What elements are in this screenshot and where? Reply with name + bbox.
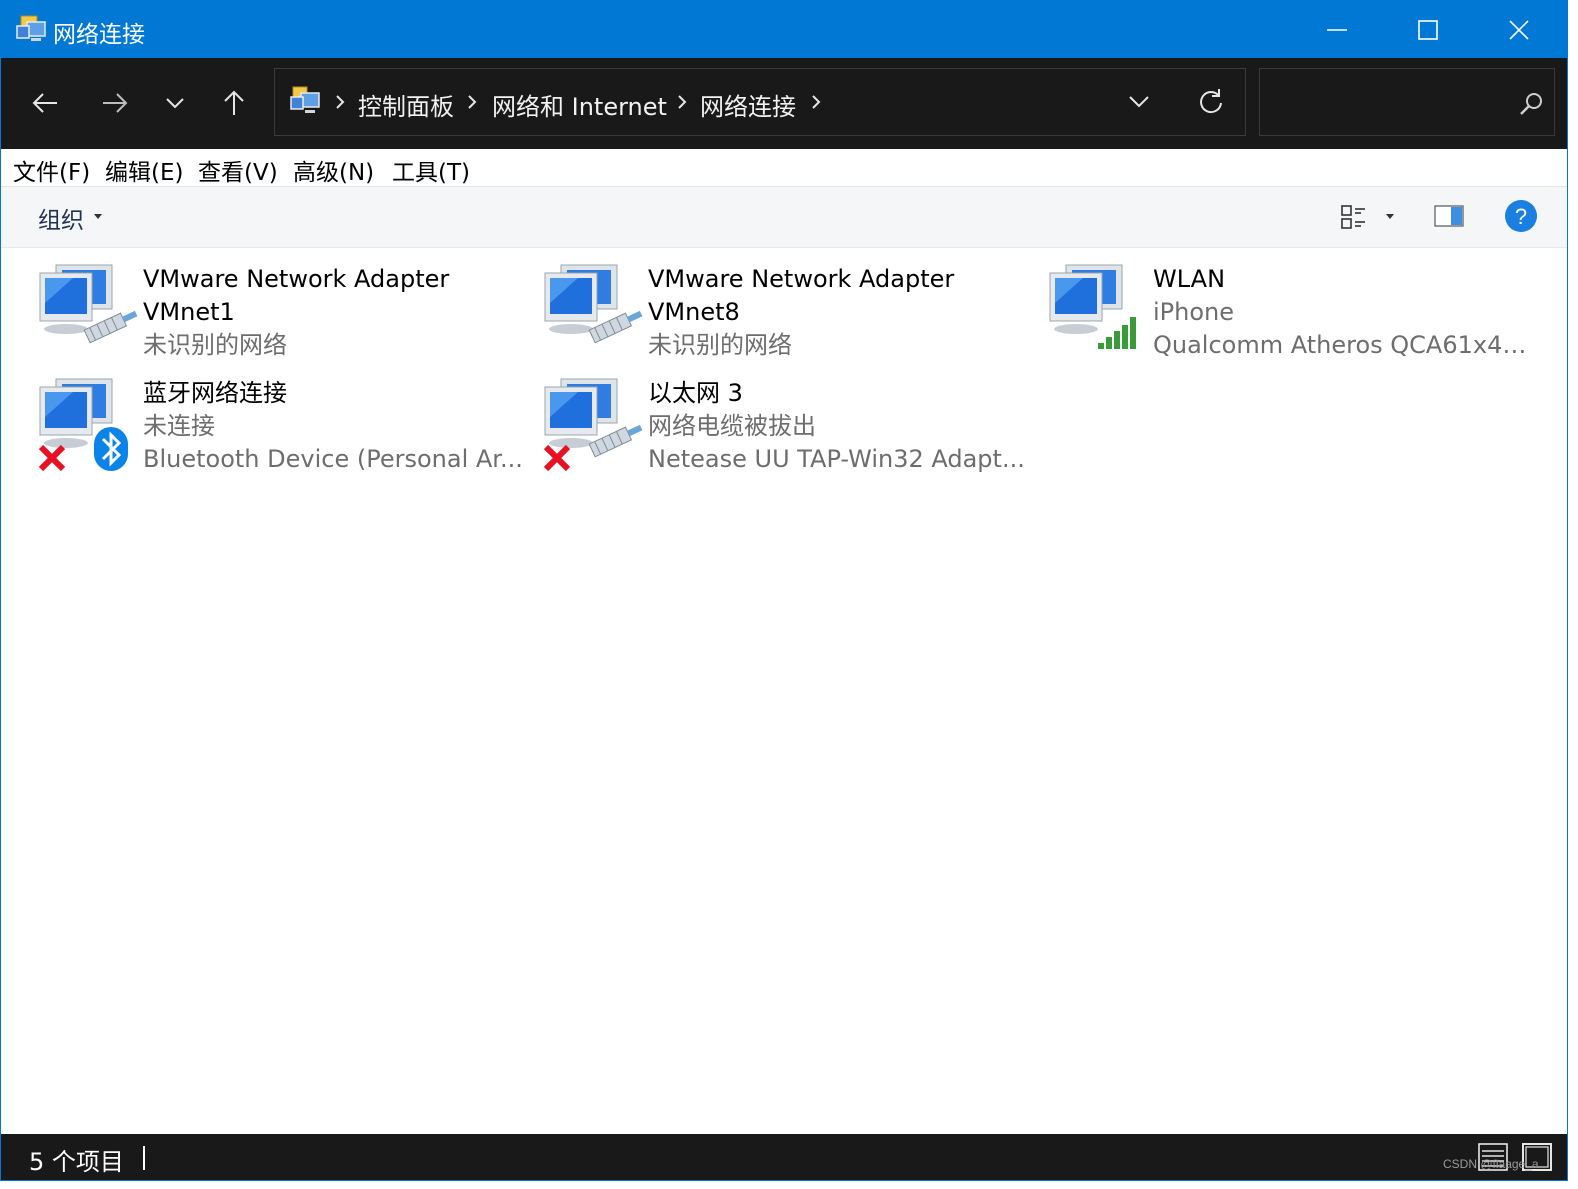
connection-details: VMware Network Adapter VMnet1 未识别的网络 xyxy=(143,263,523,362)
connection-name: VMware Network Adapter xyxy=(143,265,450,293)
change-view-icon[interactable] xyxy=(1340,203,1368,231)
up-button[interactable] xyxy=(212,81,256,125)
connection-name-line2: VMnet1 xyxy=(143,298,235,326)
command-bar: 组织 ? xyxy=(1,187,1567,248)
ethernet-adapter-icon xyxy=(39,264,138,344)
network-connections-icon xyxy=(290,86,320,113)
ethernet-adapter-icon xyxy=(544,264,643,344)
breadcrumb-network-internet[interactable]: 网络和 Internet xyxy=(492,87,667,122)
close-icon xyxy=(1509,19,1529,40)
chevron-right-icon[interactable] xyxy=(675,93,689,111)
menu-view[interactable]: 查看(V) xyxy=(198,153,278,187)
network-connections-icon xyxy=(16,15,46,41)
connection-network-name: iPhone xyxy=(1153,298,1235,326)
connection-state: 网络电缆被拔出 xyxy=(648,412,816,440)
connection-tile-bluetooth[interactable]: 蓝牙网络连接 未连接 Bluetooth Device (Personal Ar… xyxy=(38,377,528,485)
signal-bars-icon xyxy=(1098,317,1136,349)
wifi-adapter-icon xyxy=(1049,264,1136,349)
connection-tile-vmnet1[interactable]: VMware Network Adapter VMnet1 未识别的网络 xyxy=(38,263,528,371)
menu-edit[interactable]: 编辑(E) xyxy=(105,153,183,187)
menu-bar: 文件(F) 编辑(E) 查看(V) 高级(N) 工具(T) xyxy=(1,149,1567,187)
address-bar[interactable]: 控制面板 网络和 Internet 网络连接 xyxy=(274,68,1246,136)
search-input[interactable] xyxy=(1270,83,1514,123)
connection-details: VMware Network Adapter VMnet8 未识别的网络 xyxy=(648,263,1028,362)
connection-details: 蓝牙网络连接 未连接 Bluetooth Device (Personal Ar… xyxy=(143,377,523,476)
connections-list: VMware Network Adapter VMnet1 未识别的网络 VMw… xyxy=(1,248,1567,1134)
disconnected-x-icon xyxy=(543,444,571,472)
disconnected-x-icon xyxy=(38,444,66,472)
up-arrow-icon xyxy=(224,90,244,115)
connection-device: Bluetooth Device (Personal Ar... xyxy=(143,445,523,473)
breadcrumb-control-panel[interactable]: 控制面板 xyxy=(358,87,454,122)
connection-name: VMware Network Adapter xyxy=(648,265,955,293)
item-count: 5 个项目 xyxy=(29,1148,124,1176)
chevron-right-icon[interactable] xyxy=(809,93,823,111)
back-arrow-icon xyxy=(32,93,57,113)
search-box[interactable] xyxy=(1259,68,1555,136)
recent-locations-button[interactable] xyxy=(153,81,197,125)
connection-state: 未连接 xyxy=(143,412,215,440)
navigation-bar: 控制面板 网络和 Internet 网络连接 xyxy=(1,58,1567,149)
maximize-icon xyxy=(1418,19,1438,40)
preview-pane-icon[interactable] xyxy=(1434,205,1464,227)
ethernet-adapter-icon xyxy=(543,378,643,472)
connection-details: WLAN iPhone Qualcomm Atheros QCA61x4A... xyxy=(1153,263,1533,362)
minimize-icon xyxy=(1327,28,1347,31)
svg-text:?: ? xyxy=(1515,204,1527,229)
menu-file[interactable]: 文件(F) xyxy=(13,153,90,187)
chevron-right-icon[interactable] xyxy=(465,93,479,111)
connection-status: 未识别的网络 xyxy=(648,331,792,359)
recent-dropdown-icon xyxy=(166,98,184,109)
back-button[interactable] xyxy=(23,81,67,125)
forward-arrow-icon xyxy=(103,93,128,113)
window-title: 网络连接 xyxy=(53,22,145,48)
connection-tile-vmnet8[interactable]: VMware Network Adapter VMnet8 未识别的网络 xyxy=(543,263,1033,371)
connection-tile-wlan[interactable]: WLAN iPhone Qualcomm Atheros QCA61x4A... xyxy=(1048,263,1538,371)
title-bar: 网络连接 xyxy=(1,1,1567,58)
connection-name: WLAN xyxy=(1153,265,1226,293)
organize-button[interactable]: 组织 xyxy=(38,201,84,235)
search-icon[interactable] xyxy=(1518,91,1544,117)
connection-device: Qualcomm Atheros QCA61x4A... xyxy=(1153,331,1533,359)
connection-status: 未识别的网络 xyxy=(143,331,287,359)
menu-advanced[interactable]: 高级(N) xyxy=(293,153,374,187)
connection-details: 以太网 3 网络电缆被拔出 Netease UU TAP-Win32 Adapt… xyxy=(648,377,1028,476)
menu-tools[interactable]: 工具(T) xyxy=(392,153,470,187)
breadcrumb-network-connections[interactable]: 网络连接 xyxy=(700,87,796,122)
minimize-button[interactable] xyxy=(1291,1,1383,58)
view-dropdown-icon[interactable] xyxy=(1386,214,1394,219)
help-icon[interactable]: ? xyxy=(1503,198,1539,234)
watermark: CSDN @flaage_a xyxy=(1443,1157,1539,1171)
address-history-dropdown-icon[interactable] xyxy=(1127,89,1151,113)
connection-name: 以太网 3 xyxy=(648,379,743,407)
close-button[interactable] xyxy=(1473,1,1565,58)
connection-device: Netease UU TAP-Win32 Adapt... xyxy=(648,445,1025,473)
refresh-icon[interactable] xyxy=(1197,87,1225,115)
status-separator xyxy=(143,1146,145,1170)
connection-tile-ethernet3[interactable]: 以太网 3 网络电缆被拔出 Netease UU TAP-Win32 Adapt… xyxy=(543,377,1033,485)
connection-name: 蓝牙网络连接 xyxy=(143,379,287,407)
connection-name-line2: VMnet8 xyxy=(648,298,740,326)
bluetooth-adapter-icon xyxy=(38,378,128,472)
organize-dropdown-icon[interactable] xyxy=(94,214,102,219)
chevron-right-icon xyxy=(336,95,345,109)
status-bar: 5 个项目 CSDN @flaage_a xyxy=(1,1134,1567,1180)
network-connections-window: 网络连接 控制面板 网络和 Internet 网络连接 文件(F) 编辑(E) … xyxy=(0,0,1568,1181)
forward-button[interactable] xyxy=(93,81,137,125)
maximize-button[interactable] xyxy=(1382,1,1474,58)
